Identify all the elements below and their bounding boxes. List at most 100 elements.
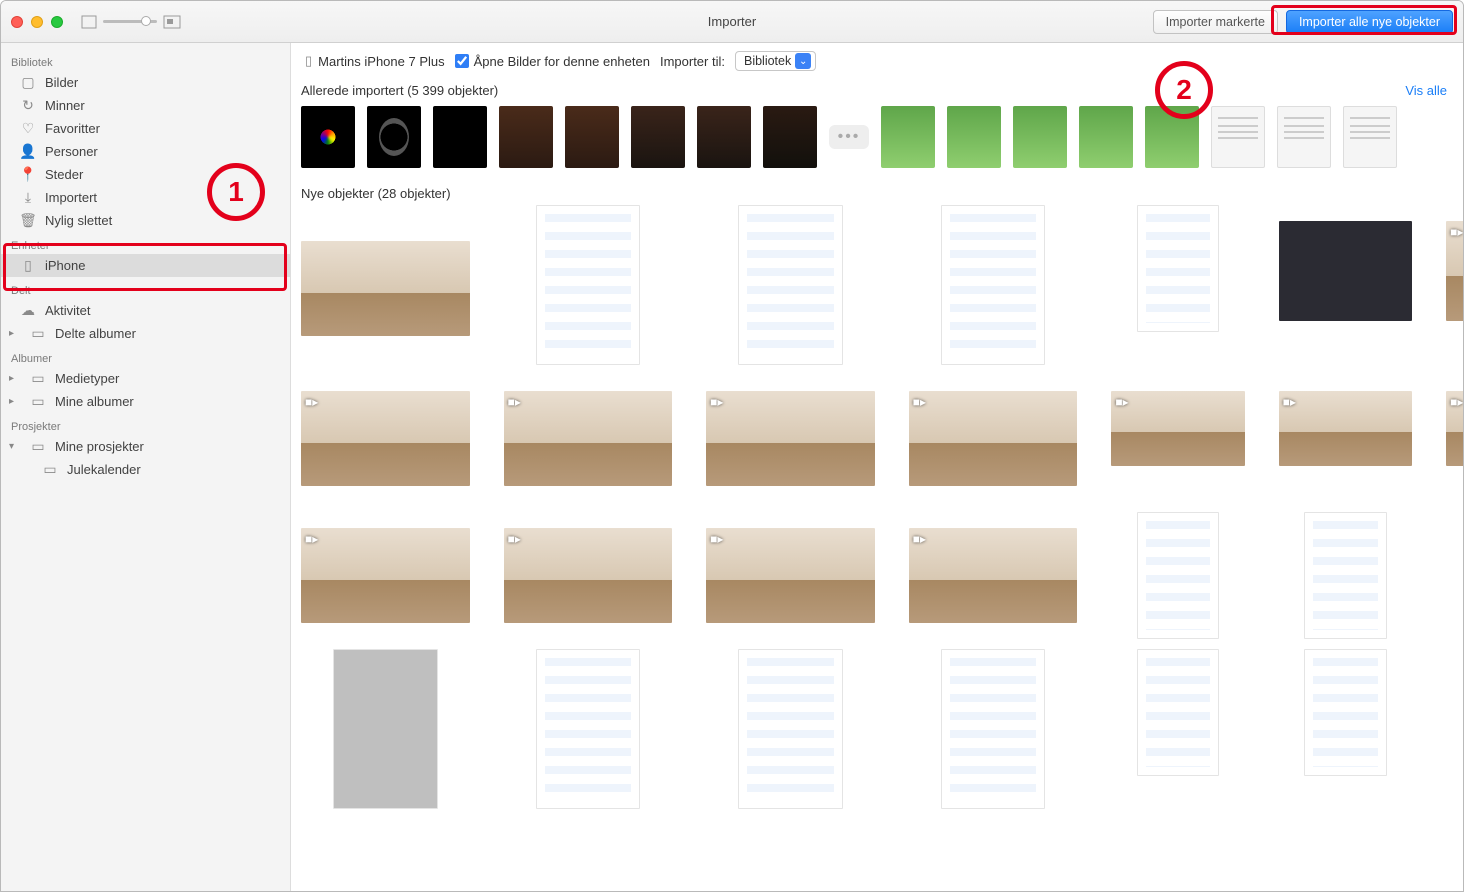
imported-thumb[interactable] [1145, 106, 1199, 168]
sidebar-item-label: Importert [45, 190, 97, 205]
photo-tile[interactable] [1304, 512, 1387, 639]
checkbox-input[interactable] [455, 54, 469, 68]
imported-thumb[interactable] [763, 106, 817, 168]
device-indicator: ▯ Martins iPhone 7 Plus [305, 53, 445, 69]
photo-tile[interactable]: ■▸ [504, 528, 673, 623]
select-value: Bibliotek [744, 54, 791, 68]
imported-thumb[interactable] [301, 106, 355, 168]
photo-tile[interactable] [536, 205, 641, 365]
photo-tile[interactable]: ■▸ [1446, 391, 1463, 466]
iphone-icon: ▯ [19, 257, 37, 274]
sidebar-item-people[interactable]: 👤 Personer [1, 140, 290, 163]
imported-thumb[interactable] [1211, 106, 1265, 168]
new-objects-grid: ■▸ ■▸ ■▸ ■▸ ■▸ ■▸ ■▸ ■▸ ■▸ ■▸ ■▸ ■▸ [291, 207, 1463, 752]
sidebar-item-label: Personer [45, 144, 98, 159]
sidebar-item-label: iPhone [45, 258, 85, 273]
import-options-bar: ▯ Martins iPhone 7 Plus Åpne Bilder for … [291, 43, 1463, 79]
more-thumbnails-button[interactable]: ••• [829, 125, 869, 149]
album-icon: ▭ [29, 438, 47, 455]
photo-tile[interactable] [1137, 649, 1220, 776]
sidebar-item-julekalender[interactable]: ▭ Julekalender [1, 458, 290, 481]
photo-tile[interactable]: ■▸ [1111, 391, 1244, 466]
photo-tile[interactable] [1137, 205, 1220, 332]
sidebar-item-my-projects[interactable]: ▾ ▭ Mine prosjekter [1, 435, 290, 458]
heart-icon: ♡ [19, 120, 37, 137]
photo-tile[interactable]: ■▸ [706, 391, 875, 486]
pin-icon: 📍 [19, 166, 37, 183]
photo-tile[interactable] [1304, 649, 1387, 776]
video-icon: ■▸ [508, 395, 521, 409]
sidebar-item-favorites[interactable]: ♡ Favoritter [1, 117, 290, 140]
video-icon: ■▸ [305, 532, 318, 546]
sidebar-section-albums: Albumer [1, 345, 290, 367]
app-window: Importer Importer markerte Importer alle… [0, 0, 1464, 892]
sidebar-item-imported[interactable]: ⤓ Importert [1, 186, 290, 209]
photo-tile[interactable]: ■▸ [909, 391, 1078, 486]
sidebar-item-label: Nylig slettet [45, 213, 112, 228]
imported-thumb[interactable] [367, 106, 421, 168]
sidebar-section-projects: Prosjekter [1, 413, 290, 435]
sidebar-section-devices: Enheter [1, 232, 290, 254]
photo-tile[interactable]: ■▸ [301, 528, 470, 623]
video-icon: ■▸ [1115, 395, 1128, 409]
sidebar-item-places[interactable]: 📍 Steder [1, 163, 290, 186]
imported-thumb[interactable] [499, 106, 553, 168]
clock-icon: ↻ [19, 97, 37, 114]
imported-thumb[interactable] [947, 106, 1001, 168]
sidebar-item-label: Aktivitet [45, 303, 91, 318]
photo-tile[interactable] [1279, 221, 1412, 321]
imported-thumb[interactable] [565, 106, 619, 168]
imported-thumb[interactable] [1343, 106, 1397, 168]
imported-thumb[interactable] [881, 106, 935, 168]
view-all-link[interactable]: Vis alle [1405, 83, 1447, 98]
photo-tile[interactable] [738, 205, 843, 365]
open-photos-checkbox[interactable]: Åpne Bilder for denne enheten [455, 54, 650, 69]
titlebar: Importer Importer markerte Importer alle… [1, 1, 1463, 43]
photo-tile[interactable] [941, 649, 1046, 809]
video-icon: ■▸ [1450, 395, 1463, 409]
video-icon: ■▸ [1450, 225, 1463, 239]
video-icon: ■▸ [913, 532, 926, 546]
import-destination-select[interactable]: Bibliotek ⌄ [735, 51, 816, 71]
person-icon: 👤 [19, 143, 37, 160]
photo-tile[interactable]: ■▸ [504, 391, 673, 486]
imported-thumb[interactable] [1079, 106, 1133, 168]
cloud-icon: ☁ [19, 302, 37, 319]
photo-tile[interactable] [1137, 512, 1220, 639]
sidebar-item-shared-albums[interactable]: ▸ ▭ Delte albumer [1, 322, 290, 345]
section-header-already: Allerede importert (5 399 objekter) Vis … [291, 79, 1463, 104]
photo-tile[interactable] [301, 241, 470, 336]
sidebar-item-label: Favoritter [45, 121, 100, 136]
sidebar-item-photos[interactable]: ▢ Bilder [1, 71, 290, 94]
photo-tile[interactable]: ■▸ [1446, 221, 1463, 321]
album-icon: ▭ [29, 325, 47, 342]
sidebar-item-mediatypes[interactable]: ▸ ▭ Medietyper [1, 367, 290, 390]
sidebar-item-memories[interactable]: ↻ Minner [1, 94, 290, 117]
photo-tile[interactable]: ■▸ [909, 528, 1078, 623]
section-header-new: Nye objekter (28 objekter) [291, 182, 1463, 207]
photo-tile[interactable]: ■▸ [706, 528, 875, 623]
chevron-down-icon: ⌄ [795, 53, 811, 69]
sidebar-item-trash[interactable]: 🗑 Nylig slettet [1, 209, 290, 232]
sidebar-item-my-albums[interactable]: ▸ ▭ Mine albumer [1, 390, 290, 413]
photo-tile[interactable] [333, 649, 438, 809]
photo-tile[interactable]: ■▸ [1279, 391, 1412, 466]
imported-thumb[interactable] [433, 106, 487, 168]
sidebar-item-label: Steder [45, 167, 83, 182]
photo-tile[interactable] [738, 649, 843, 809]
photo-tile[interactable] [941, 205, 1046, 365]
chevron-right-icon: ▸ [9, 373, 21, 384]
album-icon: ▭ [41, 461, 59, 478]
sidebar-item-label: Delte albumer [55, 326, 136, 341]
photo-tile[interactable]: ■▸ [301, 391, 470, 486]
sidebar: Bibliotek ▢ Bilder ↻ Minner ♡ Favoritter… [1, 43, 291, 891]
imported-thumb[interactable] [1277, 106, 1331, 168]
already-imported-label: Allerede importert (5 399 objekter) [301, 83, 498, 98]
sidebar-item-iphone[interactable]: ▯ iPhone [1, 254, 290, 277]
imported-thumb[interactable] [631, 106, 685, 168]
sidebar-item-activity[interactable]: ☁ Aktivitet [1, 299, 290, 322]
imported-thumb[interactable] [697, 106, 751, 168]
imported-thumb[interactable] [1013, 106, 1067, 168]
sidebar-item-label: Julekalender [67, 462, 141, 477]
photo-tile[interactable] [536, 649, 641, 809]
